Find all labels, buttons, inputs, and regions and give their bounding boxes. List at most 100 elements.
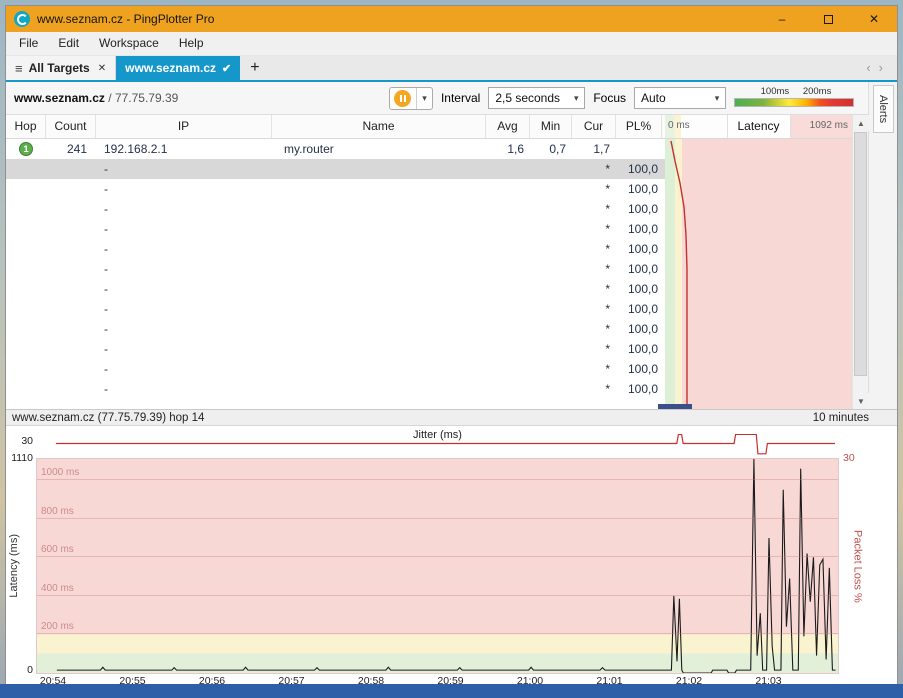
scroll-down-button[interactable]: ▼ — [853, 393, 869, 409]
legend-100ms-label: 100ms — [761, 86, 790, 97]
timegraph-header[interactable]: www.seznam.cz (77.75.79.39) hop 14 10 mi… — [6, 409, 897, 426]
latency-axis-title: Latency (ms) — [7, 458, 20, 674]
table-row[interactable]: -*100,0 — [6, 339, 665, 359]
menu-edit[interactable]: Edit — [48, 32, 89, 55]
gridline — [37, 479, 838, 480]
jitter-title: Jitter (ms) — [36, 429, 839, 441]
table-row[interactable]: -*100,0 — [6, 379, 665, 399]
timegraph-title: www.seznam.cz (77.75.79.39) hop 14 — [12, 412, 204, 424]
gridline — [37, 556, 838, 557]
jitter-max-label: 30 — [6, 435, 33, 447]
focus-select[interactable]: Auto ▾ — [634, 87, 726, 109]
gridline-label: 800 ms — [41, 506, 74, 517]
latency-scale-legend: 100ms 200ms — [734, 86, 858, 110]
current-target: www.seznam.cz / 77.75.79.39 — [14, 91, 178, 105]
table-row[interactable]: -*100,0 — [6, 299, 665, 319]
window-title: www.seznam.cz - PingPlotter Pro — [37, 12, 759, 26]
scrollbar-thumb[interactable] — [854, 132, 867, 376]
hop-latency-graph[interactable] — [665, 139, 852, 409]
timegraph-pane: 30 Jitter (ms) 1110 0 Latency (ms) 200 m… — [6, 426, 897, 685]
plus-icon: + — [250, 59, 259, 77]
pingplotter-window: www.seznam.cz - PingPlotter Pro – ✕ File… — [5, 5, 898, 684]
legend-200ms-label: 200ms — [803, 86, 832, 97]
column-header-hop[interactable]: Hop — [6, 115, 46, 138]
table-row[interactable]: 1241192.168.2.1my.router1,60,71,7 — [6, 139, 665, 159]
table-row[interactable]: -*100,0 — [6, 279, 665, 299]
latency-plot[interactable]: 200 ms400 ms600 ms800 ms1000 ms — [36, 458, 839, 674]
close-icon: ✕ — [869, 12, 879, 26]
interval-label: Interval — [441, 91, 480, 105]
tab-all-targets[interactable]: ≡ All Targets ✕ — [6, 56, 116, 80]
hop-latency-trace — [665, 139, 852, 409]
column-header-ip[interactable]: IP — [96, 115, 272, 138]
latency-column-header[interactable]: 0 ms Latency 1092 ms — [665, 115, 852, 139]
chevron-down-icon: ▾ — [709, 93, 725, 104]
scroll-right-icon[interactable]: › — [879, 60, 891, 75]
maximize-button[interactable] — [805, 6, 851, 32]
gridline-label: 1000 ms — [41, 467, 79, 478]
maximize-icon — [824, 15, 833, 24]
menu-bar: FileEditWorkspaceHelp — [6, 32, 897, 56]
packet-loss-axis-title: Packet Loss % — [851, 458, 864, 674]
table-body: 1241192.168.2.1my.router1,60,71,7-*100,0… — [6, 139, 665, 409]
pause-dropdown-button[interactable]: ▾ — [417, 88, 432, 109]
table-row[interactable]: -*100,0 — [6, 219, 665, 239]
checkmark-icon: ✔ — [222, 62, 231, 75]
latency-line — [37, 459, 838, 673]
alerts-panel-strip: Alerts — [868, 82, 897, 409]
table-row[interactable]: -*100,0 — [6, 359, 665, 379]
scroll-left-icon[interactable]: ‹ — [866, 60, 878, 75]
alerts-tab-label: Alerts — [877, 95, 889, 123]
column-header-avg[interactable]: Avg — [486, 115, 530, 138]
gridline-label: 200 ms — [41, 621, 74, 632]
pause-button[interactable] — [390, 88, 417, 109]
column-header-cur[interactable]: Cur — [572, 115, 616, 138]
minimize-button[interactable]: – — [759, 6, 805, 32]
pause-button-group: ▾ — [389, 87, 433, 110]
table-row[interactable]: -*100,0 — [6, 179, 665, 199]
menu-help[interactable]: Help — [169, 32, 214, 55]
column-header-name[interactable]: Name — [272, 115, 486, 138]
alerts-panel-tab[interactable]: Alerts — [873, 85, 894, 133]
chevron-down-icon: ▾ — [568, 93, 584, 104]
gridline-label: 400 ms — [41, 583, 74, 594]
focus-value: Auto — [641, 91, 666, 105]
column-header-count[interactable]: Count — [46, 115, 96, 138]
target-host: www.seznam.cz — [14, 91, 105, 105]
scroll-up-button[interactable]: ▲ — [853, 115, 869, 131]
tab-label: All Targets — [29, 61, 90, 75]
new-tab-button[interactable]: + — [240, 56, 269, 80]
close-button[interactable]: ✕ — [851, 6, 897, 32]
title-bar: www.seznam.cz - PingPlotter Pro – ✕ — [6, 6, 897, 32]
column-header-plpct[interactable]: PL% — [616, 115, 662, 138]
tab-scroll-arrows[interactable]: ‹› — [866, 60, 891, 75]
column-header-min[interactable]: Min — [530, 115, 572, 138]
toolbar: www.seznam.cz / 77.75.79.39 ▾ Interval 2… — [6, 82, 868, 115]
scroll-up-icon: ▲ — [857, 119, 865, 128]
tab-www-seznam-cz[interactable]: www.seznam.cz ✔ — [116, 56, 240, 80]
chevron-down-icon: ▾ — [422, 93, 427, 104]
tab-bar: ≡ All Targets ✕ www.seznam.cz ✔ + ‹› — [6, 56, 897, 80]
table-row[interactable]: -*100,0 — [6, 259, 665, 279]
hop-status-badge: 1 — [19, 142, 33, 156]
gridline — [37, 518, 838, 519]
gridline — [37, 595, 838, 596]
table-row[interactable]: -*100,0 — [6, 159, 665, 179]
close-tab-icon[interactable]: ✕ — [98, 63, 106, 74]
latency-scale-max: 1092 ms — [810, 120, 848, 131]
windows-taskbar[interactable] — [0, 684, 903, 698]
menu-file[interactable]: File — [9, 32, 48, 55]
target-list-icon: ≡ — [15, 61, 23, 76]
interval-select[interactable]: 2,5 seconds ▾ — [488, 87, 585, 109]
latency-column-title: Latency — [726, 115, 790, 138]
gridline — [37, 633, 838, 634]
table-row[interactable]: -*100,0 — [6, 199, 665, 219]
table-row[interactable]: -*100,0 — [6, 319, 665, 339]
table-scrollbar[interactable]: ▲ ▼ — [852, 115, 868, 409]
trace-pane: HopCountIPNameAvgMinCurPL% 0 ms Latency … — [6, 115, 868, 409]
latency-scale-min: 0 ms — [668, 120, 690, 131]
menu-workspace[interactable]: Workspace — [89, 32, 169, 55]
interval-value: 2,5 seconds — [495, 91, 560, 105]
minimize-icon: – — [779, 12, 786, 26]
table-row[interactable]: -*100,0 — [6, 239, 665, 259]
